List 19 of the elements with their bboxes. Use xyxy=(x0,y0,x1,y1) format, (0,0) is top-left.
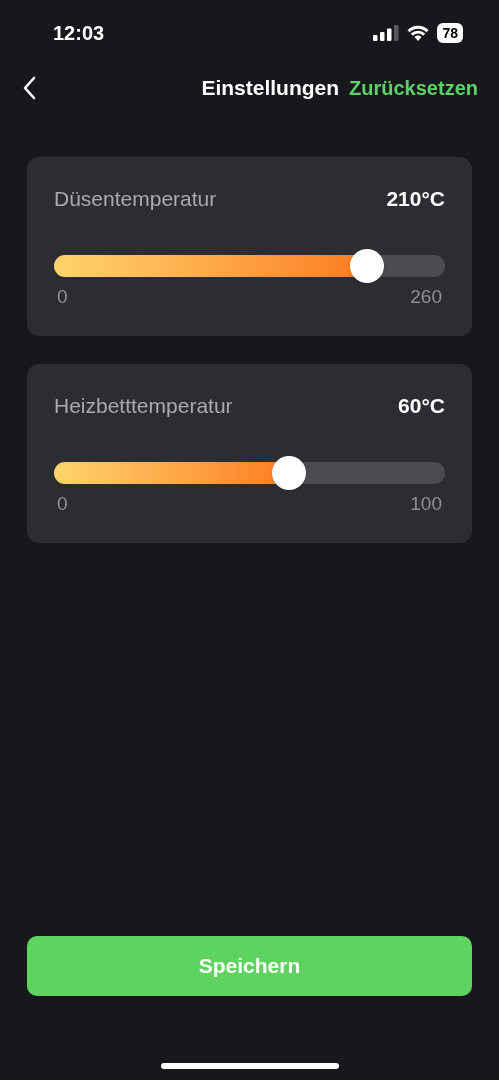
battery-indicator: 78 xyxy=(437,23,463,43)
slider-thumb[interactable] xyxy=(271,455,306,490)
slider-label: Heizbetttemperatur xyxy=(54,393,233,419)
max-label: 100 xyxy=(410,491,442,516)
slider[interactable] xyxy=(54,248,445,283)
slider-label: Düsentemperatur xyxy=(54,186,217,212)
min-label: 0 xyxy=(57,284,68,309)
slider-thumb[interactable] xyxy=(349,248,384,283)
status-time: 12:03 xyxy=(53,21,105,46)
temperature-reading: 60°C xyxy=(398,393,445,419)
reset-link[interactable]: Zurücksetzen xyxy=(349,73,478,103)
signal-icon xyxy=(373,25,400,41)
wifi-icon xyxy=(407,25,430,41)
back-icon[interactable] xyxy=(22,76,38,100)
page-title: Einstellungen xyxy=(201,75,340,102)
slider[interactable] xyxy=(54,455,445,490)
min-label: 0 xyxy=(57,491,68,516)
max-label: 260 xyxy=(410,284,442,309)
temperature-reading: 210°C xyxy=(386,186,445,212)
